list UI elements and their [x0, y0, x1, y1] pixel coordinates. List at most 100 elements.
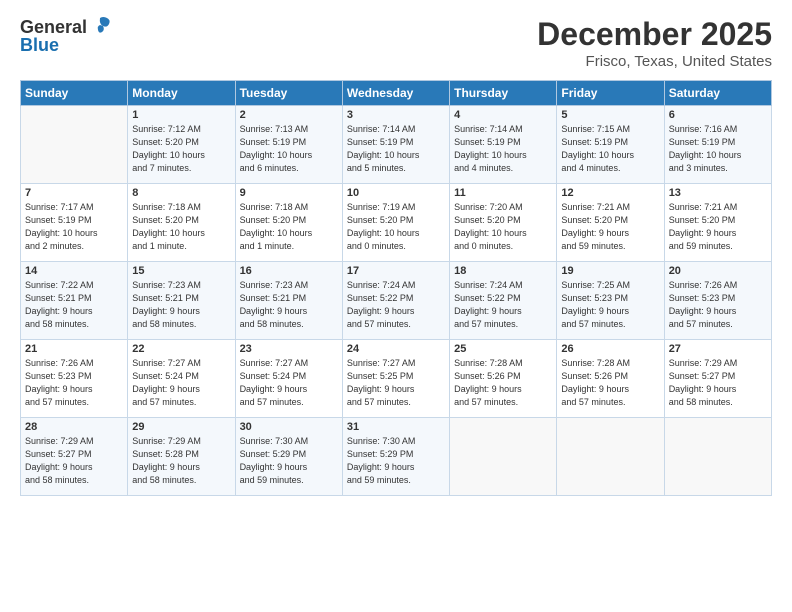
- calendar-cell: 3 Sunrise: 7:14 AM Sunset: 5:19 PM Daylig…: [342, 106, 449, 184]
- calendar-week-2: 7 Sunrise: 7:17 AM Sunset: 5:19 PM Daylig…: [21, 184, 772, 262]
- day-info: Sunrise: 7:15 AM Sunset: 5:19 PM Dayligh…: [561, 123, 659, 175]
- calendar-table: SundayMondayTuesdayWednesdayThursdayFrid…: [20, 80, 772, 496]
- calendar-week-5: 28 Sunrise: 7:29 AM Sunset: 5:27 PM Dayli…: [21, 418, 772, 496]
- day-number: 3: [347, 109, 445, 121]
- calendar-cell: 19 Sunrise: 7:25 AM Sunset: 5:23 PM Dayli…: [557, 262, 664, 340]
- day-number: 5: [561, 109, 659, 121]
- calendar-title: December 2025: [537, 16, 772, 53]
- day-number: 6: [669, 109, 767, 121]
- day-info: Sunrise: 7:28 AM Sunset: 5:26 PM Dayligh…: [454, 357, 552, 409]
- calendar-cell: 21Sunrise: 7:26 AM Sunset: 5:23 PM Dayli…: [21, 340, 128, 418]
- calendar-week-4: 21Sunrise: 7:26 AM Sunset: 5:23 PM Dayli…: [21, 340, 772, 418]
- calendar-page: General Blue December 2025 Frisco, Texas…: [0, 0, 792, 612]
- calendar-cell: 16 Sunrise: 7:23 AM Sunset: 5:21 PM Dayli…: [235, 262, 342, 340]
- day-number: 24: [347, 343, 445, 355]
- day-number: 21: [25, 343, 123, 355]
- day-info: Sunrise: 7:17 AM Sunset: 5:19 PM Dayligh…: [25, 201, 123, 253]
- day-number: 26: [561, 343, 659, 355]
- day-info: Sunrise: 7:26 AM Sunset: 5:23 PM Dayligh…: [669, 279, 767, 331]
- calendar-cell: 4 Sunrise: 7:14 AM Sunset: 5:19 PM Daylig…: [450, 106, 557, 184]
- day-info: Sunrise: 7:19 AM Sunset: 5:20 PM Dayligh…: [347, 201, 445, 253]
- day-info: Sunrise: 7:29 AM Sunset: 5:28 PM Dayligh…: [132, 435, 230, 487]
- logo-blue: Blue: [20, 35, 59, 56]
- calendar-header-thursday: Thursday: [450, 81, 557, 106]
- calendar-cell: 18 Sunrise: 7:24 AM Sunset: 5:22 PM Dayli…: [450, 262, 557, 340]
- day-info: Sunrise: 7:25 AM Sunset: 5:23 PM Dayligh…: [561, 279, 659, 331]
- day-number: 23: [240, 343, 338, 355]
- day-number: 29: [132, 421, 230, 433]
- calendar-cell: 31Sunrise: 7:30 AM Sunset: 5:29 PM Dayli…: [342, 418, 449, 496]
- day-info: Sunrise: 7:14 AM Sunset: 5:19 PM Dayligh…: [347, 123, 445, 175]
- calendar-cell: 13Sunrise: 7:21 AM Sunset: 5:20 PM Dayli…: [664, 184, 771, 262]
- day-info: Sunrise: 7:24 AM Sunset: 5:22 PM Dayligh…: [454, 279, 552, 331]
- day-number: 8: [132, 187, 230, 199]
- calendar-cell: 6 Sunrise: 7:16 AM Sunset: 5:19 PM Daylig…: [664, 106, 771, 184]
- day-info: Sunrise: 7:20 AM Sunset: 5:20 PM Dayligh…: [454, 201, 552, 253]
- calendar-cell: 10 Sunrise: 7:19 AM Sunset: 5:20 PM Dayli…: [342, 184, 449, 262]
- day-info: Sunrise: 7:27 AM Sunset: 5:24 PM Dayligh…: [132, 357, 230, 409]
- day-number: 14: [25, 265, 123, 277]
- calendar-header-sunday: Sunday: [21, 81, 128, 106]
- calendar-cell: 22 Sunrise: 7:27 AM Sunset: 5:24 PM Dayli…: [128, 340, 235, 418]
- logo: General Blue: [20, 16, 111, 56]
- day-info: Sunrise: 7:18 AM Sunset: 5:20 PM Dayligh…: [240, 201, 338, 253]
- calendar-cell: 2Sunrise: 7:13 AM Sunset: 5:19 PM Daylig…: [235, 106, 342, 184]
- calendar-cell: [450, 418, 557, 496]
- day-number: 13: [669, 187, 767, 199]
- calendar-cell: 20Sunrise: 7:26 AM Sunset: 5:23 PM Dayli…: [664, 262, 771, 340]
- calendar-cell: [557, 418, 664, 496]
- calendar-subtitle: Frisco, Texas, United States: [537, 53, 772, 70]
- calendar-cell: 15Sunrise: 7:23 AM Sunset: 5:21 PM Dayli…: [128, 262, 235, 340]
- calendar-cell: 30 Sunrise: 7:30 AM Sunset: 5:29 PM Dayli…: [235, 418, 342, 496]
- day-number: 1: [132, 109, 230, 121]
- calendar-cell: 11 Sunrise: 7:20 AM Sunset: 5:20 PM Dayli…: [450, 184, 557, 262]
- day-info: Sunrise: 7:12 AM Sunset: 5:20 PM Dayligh…: [132, 123, 230, 175]
- day-number: 12: [561, 187, 659, 199]
- day-number: 10: [347, 187, 445, 199]
- calendar-cell: 1 Sunrise: 7:12 AM Sunset: 5:20 PM Daylig…: [128, 106, 235, 184]
- header: General Blue December 2025 Frisco, Texas…: [20, 16, 772, 70]
- calendar-header-tuesday: Tuesday: [235, 81, 342, 106]
- day-info: Sunrise: 7:24 AM Sunset: 5:22 PM Dayligh…: [347, 279, 445, 331]
- calendar-cell: 23 Sunrise: 7:27 AM Sunset: 5:24 PM Dayli…: [235, 340, 342, 418]
- day-number: 18: [454, 265, 552, 277]
- calendar-header-friday: Friday: [557, 81, 664, 106]
- day-info: Sunrise: 7:18 AM Sunset: 5:20 PM Dayligh…: [132, 201, 230, 253]
- calendar-header-saturday: Saturday: [664, 81, 771, 106]
- calendar-cell: 17Sunrise: 7:24 AM Sunset: 5:22 PM Dayli…: [342, 262, 449, 340]
- day-number: 11: [454, 187, 552, 199]
- calendar-week-3: 14 Sunrise: 7:22 AM Sunset: 5:21 PM Dayli…: [21, 262, 772, 340]
- calendar-cell: [664, 418, 771, 496]
- day-number: 19: [561, 265, 659, 277]
- day-number: 28: [25, 421, 123, 433]
- calendar-cell: 9 Sunrise: 7:18 AM Sunset: 5:20 PM Daylig…: [235, 184, 342, 262]
- day-info: Sunrise: 7:16 AM Sunset: 5:19 PM Dayligh…: [669, 123, 767, 175]
- calendar-cell: 26Sunrise: 7:28 AM Sunset: 5:26 PM Dayli…: [557, 340, 664, 418]
- day-info: Sunrise: 7:14 AM Sunset: 5:19 PM Dayligh…: [454, 123, 552, 175]
- calendar-header-row: SundayMondayTuesdayWednesdayThursdayFrid…: [21, 81, 772, 106]
- day-info: Sunrise: 7:27 AM Sunset: 5:24 PM Dayligh…: [240, 357, 338, 409]
- day-info: Sunrise: 7:13 AM Sunset: 5:19 PM Dayligh…: [240, 123, 338, 175]
- calendar-week-1: 1 Sunrise: 7:12 AM Sunset: 5:20 PM Daylig…: [21, 106, 772, 184]
- day-number: 9: [240, 187, 338, 199]
- day-info: Sunrise: 7:30 AM Sunset: 5:29 PM Dayligh…: [240, 435, 338, 487]
- day-number: 16: [240, 265, 338, 277]
- day-info: Sunrise: 7:29 AM Sunset: 5:27 PM Dayligh…: [25, 435, 123, 487]
- calendar-cell: 8 Sunrise: 7:18 AM Sunset: 5:20 PM Daylig…: [128, 184, 235, 262]
- day-number: 4: [454, 109, 552, 121]
- day-info: Sunrise: 7:27 AM Sunset: 5:25 PM Dayligh…: [347, 357, 445, 409]
- logo-bird-icon: [89, 16, 111, 34]
- calendar-header-wednesday: Wednesday: [342, 81, 449, 106]
- day-number: 31: [347, 421, 445, 433]
- day-number: 7: [25, 187, 123, 199]
- calendar-cell: 28 Sunrise: 7:29 AM Sunset: 5:27 PM Dayli…: [21, 418, 128, 496]
- day-number: 30: [240, 421, 338, 433]
- day-number: 22: [132, 343, 230, 355]
- day-info: Sunrise: 7:23 AM Sunset: 5:21 PM Dayligh…: [240, 279, 338, 331]
- day-info: Sunrise: 7:22 AM Sunset: 5:21 PM Dayligh…: [25, 279, 123, 331]
- calendar-cell: 7 Sunrise: 7:17 AM Sunset: 5:19 PM Daylig…: [21, 184, 128, 262]
- calendar-cell: 24 Sunrise: 7:27 AM Sunset: 5:25 PM Dayli…: [342, 340, 449, 418]
- calendar-cell: 12Sunrise: 7:21 AM Sunset: 5:20 PM Dayli…: [557, 184, 664, 262]
- title-block: December 2025 Frisco, Texas, United Stat…: [537, 16, 772, 70]
- day-number: 25: [454, 343, 552, 355]
